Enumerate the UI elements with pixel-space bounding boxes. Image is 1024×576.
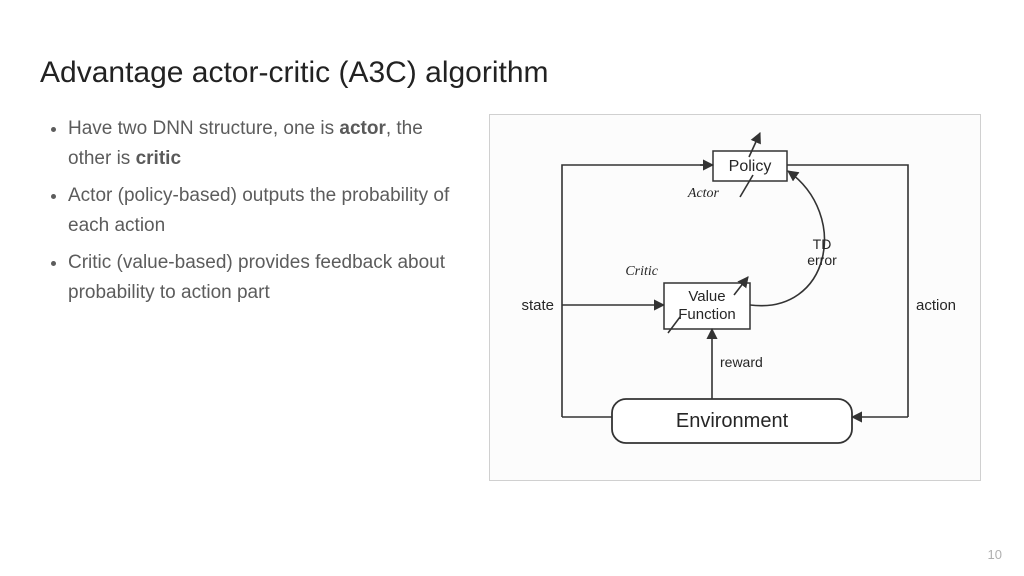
value-function-label-2: Function bbox=[678, 306, 736, 323]
actor-critic-diagram: Environment state action Policy Actor bbox=[489, 114, 981, 481]
bullet-list: Have two DNN structure, one is actor, th… bbox=[40, 114, 470, 481]
list-item: Have two DNN structure, one is actor, th… bbox=[68, 114, 470, 175]
slide-title: Advantage actor-critic (A3C) algorithm bbox=[40, 56, 984, 90]
list-item: Critic (value-based) provides feedback a… bbox=[68, 248, 470, 309]
policy-label: Policy bbox=[729, 158, 772, 175]
value-function-label-1: Value bbox=[688, 288, 725, 305]
page-number: 10 bbox=[988, 547, 1002, 562]
critic-label: Critic bbox=[625, 264, 658, 279]
td-error-label-2: error bbox=[807, 252, 837, 268]
actor-label: Actor bbox=[687, 186, 720, 201]
td-error-label-1: TD bbox=[813, 236, 832, 252]
state-label: state bbox=[521, 297, 554, 314]
environment-label: Environment bbox=[676, 410, 789, 432]
reward-label: reward bbox=[720, 354, 763, 370]
list-item: Actor (policy-based) outputs the probabi… bbox=[68, 181, 470, 242]
action-label: action bbox=[916, 297, 956, 314]
